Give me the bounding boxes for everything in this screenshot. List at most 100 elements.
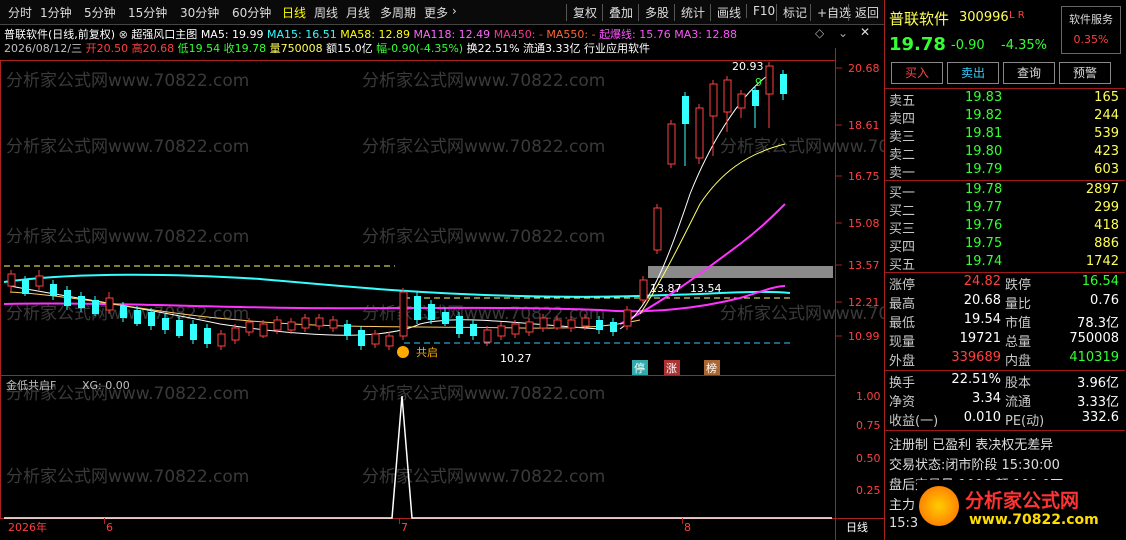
tool-biaoji[interactable]: 标记 [776, 4, 807, 21]
sub-indicator-name: 金低共启F [6, 378, 56, 392]
period-5min[interactable]: 5分钟 [84, 4, 116, 21]
asks-row[interactable]: 卖一 19.79 603 [885, 162, 1125, 182]
more-chevron-icon[interactable]: › [452, 4, 457, 18]
period-more[interactable]: 更多 [424, 4, 448, 21]
bids-row[interactable]: 买四 19.75 886 [885, 236, 1125, 256]
stats-row: 最高 20.68 量比 0.76 [885, 293, 1125, 313]
watermark-5: 分析家公式网www.70822.com [720, 137, 884, 157]
stats-value: 20.68 [963, 293, 1001, 308]
stats2-value: 0.010 [963, 410, 1001, 425]
bids-label: 买三 [889, 222, 916, 237]
tool-fanhui[interactable]: 返回 [848, 4, 879, 21]
candle-body [483, 329, 492, 343]
bids-volume: 886 [1094, 236, 1119, 251]
candle-body [329, 319, 338, 329]
tool-f10[interactable]: F10 [746, 4, 775, 18]
watermark-1: 分析家公式网www.70822.com [6, 71, 249, 91]
bids-row[interactable]: 买三 19.76 418 [885, 218, 1125, 238]
asks-row[interactable]: 卖四 19.82 244 [885, 108, 1125, 128]
candle-body [35, 275, 44, 287]
candle-body [553, 319, 562, 329]
bids-row[interactable]: 买二 19.77 299 [885, 200, 1125, 220]
stats-label: 最高 [889, 297, 916, 312]
stats-label: 总量 [1005, 335, 1032, 350]
tool-duogu[interactable]: 多股 [638, 4, 669, 21]
price-tick: 15.08 [848, 217, 880, 230]
candle-body [385, 335, 394, 347]
stats-value: 19.54 [963, 312, 1001, 327]
buy-button[interactable]: 买入 [891, 62, 943, 84]
asks-row[interactable]: 卖五 19.83 165 [885, 90, 1125, 110]
tool-zixuan[interactable]: +自选 [810, 4, 851, 21]
period-60min[interactable]: 60分钟 [232, 4, 271, 21]
stats-value: 19721 [959, 331, 1001, 346]
bids-row[interactable]: 买五 19.74 1742 [885, 254, 1125, 274]
query-button[interactable]: 查询 [1003, 62, 1055, 84]
price-tick: 16.75 [848, 170, 880, 183]
date-label: 7 [401, 521, 408, 534]
peak-price-label: 20.93 [732, 60, 764, 73]
price-axis: 20.68 18.61 16.75 15.08 13.57 12.21 10.9… [848, 62, 880, 343]
sector-box[interactable]: 软件服务 0.35% [1061, 6, 1121, 54]
period-daily[interactable]: 日线 [282, 4, 306, 21]
sell-button[interactable]: 卖出 [947, 62, 999, 84]
candle-body [190, 324, 197, 340]
asks-label: 卖四 [889, 112, 916, 127]
candle-body [105, 297, 114, 311]
period-weekly[interactable]: 周线 [314, 4, 338, 21]
stats-value: 750008 [1069, 331, 1119, 346]
stats2-label: 股本 [1005, 376, 1032, 391]
candle-body [596, 320, 603, 330]
bids-volume: 1742 [1085, 254, 1119, 269]
candle-body [78, 296, 85, 308]
asks-label: 卖三 [889, 130, 916, 145]
asks-row[interactable]: 卖二 19.80 423 [885, 144, 1125, 164]
kline-chart-area[interactable]: 普联软件(日线,前复权) ⊗ 超强风口主图 MA5: 19.99 MA15: 1… [0, 24, 884, 540]
candle-body [7, 273, 16, 287]
candle-body [695, 107, 704, 159]
tool-huaxian[interactable]: 画线 [710, 4, 741, 21]
asks-price: 19.81 [965, 126, 1003, 141]
stats-label: 跌停 [1005, 278, 1032, 293]
price-tick: 18.61 [848, 119, 880, 132]
price-tick: 10.99 [848, 330, 880, 343]
stats-label: 内盘 [1005, 354, 1032, 369]
asks-row[interactable]: 卖三 19.81 539 [885, 126, 1125, 146]
stats2-label: 净资 [889, 395, 916, 410]
bids-price: 19.76 [965, 218, 1003, 233]
candle-body [273, 319, 282, 331]
tool-diejia[interactable]: 叠加 [602, 4, 633, 21]
tool-fuquan[interactable]: 复权 [566, 4, 597, 21]
period-monthly[interactable]: 月线 [346, 4, 370, 21]
alert-button[interactable]: 预警 [1059, 62, 1111, 84]
period-label: 日线 [846, 520, 868, 534]
stats-label: 现量 [889, 335, 916, 350]
stats-value: 339689 [951, 350, 1001, 365]
period-fenshi[interactable]: 分时 [8, 4, 32, 21]
asks-price: 19.79 [965, 162, 1003, 177]
period-toolbar: 分时 1分钟 5分钟 15分钟 30分钟 60分钟 日线 周线 月线 多周期 更… [0, 0, 884, 25]
period-15min[interactable]: 15分钟 [128, 4, 167, 21]
candle-body [581, 317, 590, 327]
bids-price: 19.78 [965, 182, 1003, 197]
tool-tongji[interactable]: 统计 [674, 4, 705, 21]
watermark-13: 分析家公式网www.70822.com [6, 467, 249, 487]
stats2-row: 收益(一) 0.010 PE(动) 332.6 [885, 410, 1125, 430]
stats2-value: 22.51% [951, 372, 1001, 387]
candle-body [120, 306, 127, 318]
bids-price: 19.77 [965, 200, 1003, 215]
date-label: 8 [684, 521, 691, 534]
period-1min[interactable]: 1分钟 [40, 4, 72, 21]
price-change-pct: -4.35% [1001, 38, 1047, 53]
period-30min[interactable]: 30分钟 [180, 4, 219, 21]
candle-body [470, 324, 477, 336]
trade-status: 交易状态:闭市阶段 15:30:00 [889, 458, 1060, 473]
watermark-12: 分析家公式网www.70822.com [362, 384, 605, 404]
bids-row[interactable]: 买一 19.78 2897 [885, 182, 1125, 202]
candle-body [667, 123, 676, 165]
price-tick: 13.57 [848, 259, 880, 272]
period-multi[interactable]: 多周期 [380, 4, 416, 21]
stats-value: 16.54 [1081, 274, 1119, 289]
bids-label: 买二 [889, 204, 916, 219]
candle-body [287, 321, 296, 331]
